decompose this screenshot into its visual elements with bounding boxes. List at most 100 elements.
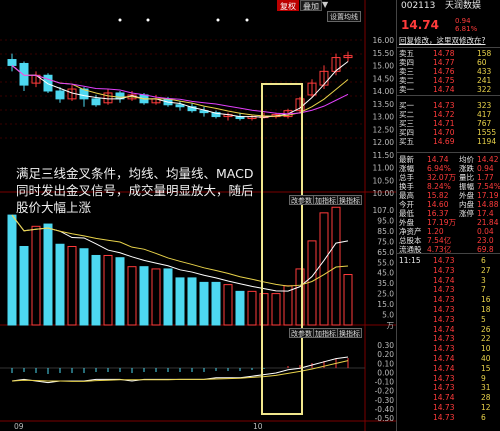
tick-price: 14.73 [433, 344, 455, 354]
tick-price: 14.73 [433, 265, 455, 275]
vol-modify-params-button[interactable]: 改参数 [289, 195, 314, 205]
bid-row: 买一 14.73 323 [397, 101, 500, 110]
tick-volume: 6 [481, 256, 486, 265]
quote-key: 最低 [399, 209, 414, 218]
quote-key-2: 振幅 [459, 182, 474, 191]
volume-axis-label: 15.0 [377, 300, 394, 309]
ask-price: 14.75 [433, 76, 455, 85]
notice-link[interactable]: 回复修改，这里双修改在? [399, 36, 485, 45]
macd-modify-params-button[interactable]: 改参数 [289, 328, 314, 338]
macd-axis-label: -0.10 [375, 378, 395, 387]
tick-price: 14.73 [433, 373, 455, 383]
tick-row: 14.73 27 [397, 266, 500, 275]
quote-value-2: 0.94 [477, 164, 494, 173]
ask-row: 卖二 14.75 241 [397, 76, 500, 85]
quote-key: 涨幅 [399, 164, 414, 173]
tick-volume: 3 [481, 275, 486, 285]
annotation-line-3: 股价大幅上涨 [16, 200, 92, 215]
volume-bar [343, 274, 353, 326]
price-axis-label: 11.50 [373, 151, 395, 160]
macd-axis-label: 0.10 [377, 359, 394, 368]
tick-row: 11:15 14.73 6 [397, 256, 500, 265]
volume-axis-label: 55.0 [377, 258, 394, 267]
bid-label: 买五 [399, 137, 414, 146]
stock-name: 天润数娱 [445, 1, 482, 11]
period-marker [146, 18, 150, 22]
quote-value: 17.19万 [427, 218, 456, 227]
volume-bar [271, 293, 281, 326]
tick-row: 14.74 40 [397, 354, 500, 363]
quote-key: 换手 [399, 182, 414, 191]
tick-price: 14.73 [433, 314, 455, 324]
overlay-button[interactable]: 叠加 [300, 0, 322, 11]
ask-volume: 433 [477, 67, 492, 76]
quote-value-2: 14.88 [477, 200, 499, 209]
tick-price: 14.73 [433, 305, 455, 314]
quote-value-2: 17.4 [477, 209, 494, 218]
macd-switch-indicator-button[interactable]: 换指标 [337, 328, 362, 338]
volume-axis-label: 95.0 [377, 216, 394, 225]
quote-key-2: 均价 [459, 155, 474, 164]
tick-time: 11:15 [399, 256, 421, 265]
date-label: 10 [253, 422, 263, 431]
quote-row: 总股本 7.54亿 23.0 [397, 236, 500, 245]
ask-row: 卖三 14.76 433 [397, 67, 500, 76]
tick-row: 14.74 15 [397, 364, 500, 373]
vol-switch-indicator-button[interactable]: 换指标 [337, 195, 362, 205]
volume-bar [307, 240, 317, 326]
volume-bar [103, 254, 113, 326]
tick-row: 14.74 26 [397, 325, 500, 334]
quote-key-2: 涨跌 [459, 164, 474, 173]
fuquan-button[interactable]: 复权 [277, 0, 299, 11]
ma-settings-button[interactable]: 设置均线 [327, 11, 361, 22]
tick-volume: 7 [481, 285, 486, 295]
ask-row: 卖一 14.74 322 [397, 85, 500, 94]
overlay-dropdown-icon[interactable]: ▼ [322, 0, 328, 9]
price-axis-label: 10.50 [373, 176, 395, 185]
bid-row: 买二 14.72 417 [397, 110, 500, 119]
bid-price: 14.70 [433, 128, 455, 137]
quote-value-2: 7.54% [477, 182, 500, 191]
tick-volume: 5 [481, 314, 486, 324]
annotation-text: 满足三线金叉条件，均线、均量线、MACD 同时发出金叉信号，成交量明显放大，随后… [16, 165, 264, 216]
ask-price: 14.74 [433, 85, 455, 94]
volume-bar [79, 248, 89, 326]
bid-volume: 1555 [477, 128, 497, 137]
ask-label: 卖五 [399, 49, 414, 58]
quote-row: 今开 14.60 内盘 14.88 [397, 200, 500, 209]
period-marker [216, 18, 220, 22]
macd-axis-label: -0.20 [375, 387, 395, 396]
volume-bar [31, 225, 41, 326]
macd-add-indicator-button[interactable]: 加指标 [313, 328, 338, 338]
tick-volume: 12 [481, 403, 491, 412]
tick-volume: 9 [481, 373, 486, 383]
volume-bar [319, 212, 329, 326]
tick-row: 14.73 6 [397, 413, 500, 422]
macd-axis-label: -0.50 [375, 414, 395, 423]
quote-value: 1.20 [427, 227, 444, 236]
quote-row: 净资产 1.20 0.04 [397, 227, 500, 236]
volume-bar [331, 206, 341, 326]
ask-label: 卖二 [399, 76, 414, 85]
volume-bar [55, 243, 65, 326]
tick-row: 14.74 3 [397, 276, 500, 285]
tick-price: 14.73 [433, 256, 455, 265]
quote-row: 外盘 17.19万 21.84 [397, 218, 500, 227]
volume-bar [223, 284, 233, 326]
bid-volume: 417 [477, 110, 492, 119]
vol-add-indicator-button[interactable]: 加指标 [313, 195, 338, 205]
candle-body [19, 62, 29, 86]
quote-key: 今开 [399, 200, 414, 209]
ask-price: 14.78 [433, 49, 455, 58]
quote-value-2: 17.19 [477, 191, 499, 200]
tick-volume: 27 [481, 265, 491, 275]
tick-price: 14.74 [433, 324, 455, 334]
macd-axis-label: 0.00 [377, 368, 394, 377]
volume-bar [187, 277, 197, 326]
quote-key-2: 外盘 [459, 191, 474, 200]
volume-axis-label: 85.0 [377, 227, 394, 236]
bid-price: 14.69 [433, 137, 455, 146]
price-axis-label: 13.50 [373, 100, 395, 109]
quote-row: 总手 32.07万 量比 1.77 [397, 173, 500, 182]
price-change: 0.94 [455, 17, 471, 25]
